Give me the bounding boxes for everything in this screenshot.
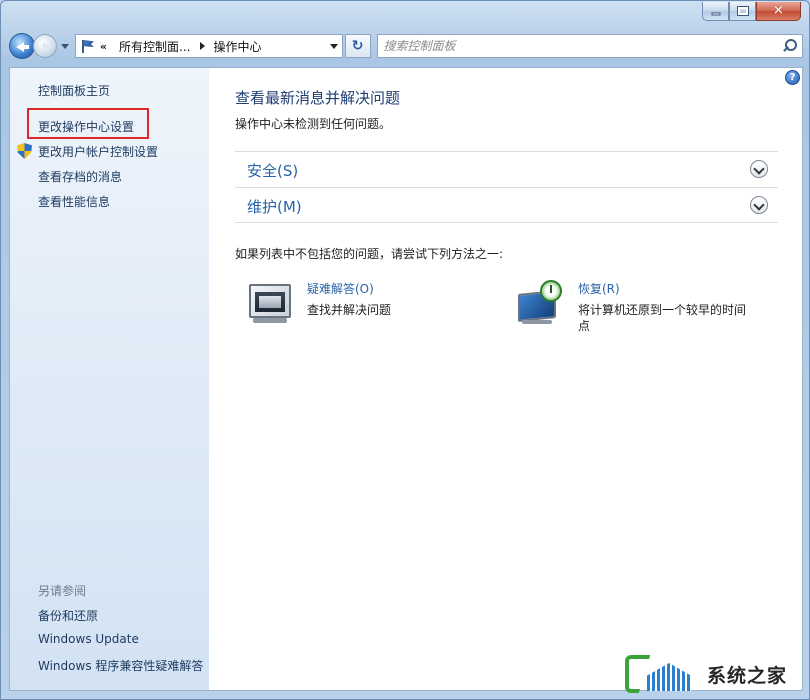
minimize-button[interactable] [702,2,729,21]
close-icon: ✕ [773,3,784,19]
search-box[interactable] [376,34,803,58]
maximize-icon [736,6,749,16]
try-suggestion-text: 如果列表中不包括您的问题，请尝试下列方法之一: [235,247,504,261]
section-maintenance-label[interactable]: 维护(M) [247,196,302,217]
troubleshooting-description: 查找并解决问题 [307,303,392,317]
breadcrumb-separator-arrow[interactable] [200,42,206,50]
navigation-bar: « 所有控制面... 操作中心 ↻ [9,31,803,61]
close-button[interactable]: ✕ [756,2,801,21]
recovery-link[interactable]: 恢复(R) [578,280,620,297]
address-dropdown-arrow[interactable] [329,44,338,49]
sidebar-link-change-action-center-settings[interactable]: 更改操作中心设置 [38,118,134,135]
search-input[interactable] [383,39,774,53]
recent-pages-dropdown[interactable] [59,40,71,52]
address-overflow-chevrons[interactable]: « [100,40,107,53]
troubleshooting-icon[interactable] [247,280,295,324]
search-icon[interactable] [782,39,797,53]
flag-icon [80,39,96,53]
section-security-label[interactable]: 安全(S) [247,160,298,181]
content-area: 控制面板主页 更改操作中心设置 更改用户帐户控制设置 查看存档的消息 查看性能信… [9,67,803,691]
control-panel-window: ✕ « 所有控制面... 操作中心 ↻ 控制面板主页 更改操作中心设置 更改用户… [0,0,810,700]
section-security[interactable]: 安全(S) [235,151,778,187]
refresh-button[interactable]: ↻ [344,34,371,58]
sidebar-link-windows-update[interactable]: Windows Update [38,632,139,646]
back-button[interactable] [9,33,35,59]
sidebar-link-compat-troubleshooter[interactable]: Windows 程序兼容性疑难解答 [38,657,203,674]
see-also-heading: 另请参阅 [38,584,87,598]
recovery-description: 将计算机还原到一个较早的时间点 [578,303,747,333]
sidebar: 控制面板主页 更改操作中心设置 更改用户帐户控制设置 查看存档的消息 查看性能信… [10,68,209,690]
maximize-button[interactable] [729,2,756,21]
chevron-down-icon[interactable] [750,196,768,214]
minimize-icon [711,12,720,16]
sidebar-link-change-uac-settings[interactable]: 更改用户帐户控制设置 [38,143,158,160]
sidebar-link-control-panel-home[interactable]: 控制面板主页 [38,82,110,99]
breadcrumb-action-center[interactable]: 操作中心 [213,38,261,55]
help-icon[interactable]: ? [785,70,800,85]
caption-buttons: ✕ [702,2,801,21]
troubleshooting-link[interactable]: 疑难解答(O) [307,280,374,297]
status-message: 操作中心未检测到任何问题。 [235,117,392,131]
sidebar-link-performance-info[interactable]: 查看性能信息 [38,193,110,210]
site-logo-icon [621,651,705,697]
breadcrumb-all-control-panel[interactable]: 所有控制面... [119,38,190,55]
refresh-icon: ↻ [351,38,364,54]
recovery-icon[interactable] [518,280,566,324]
forward-button[interactable] [32,34,57,58]
watermark-text: 系统之家 [707,664,788,687]
main-panel: ? 查看最新消息并解决问题 操作中心未检测到任何问题。 安全(S) 维护(M) … [209,68,802,690]
section-maintenance[interactable]: 维护(M) [235,187,778,223]
shield-icon [17,143,32,159]
watermark-logo: 系统之家 [621,651,807,697]
sidebar-link-archived-messages[interactable]: 查看存档的消息 [38,168,122,185]
chevron-down-icon[interactable] [750,160,768,178]
address-bar[interactable]: « 所有控制面... 操作中心 [74,34,343,58]
page-title: 查看最新消息并解决问题 [235,89,401,107]
sidebar-link-backup-restore[interactable]: 备份和还原 [38,607,98,624]
